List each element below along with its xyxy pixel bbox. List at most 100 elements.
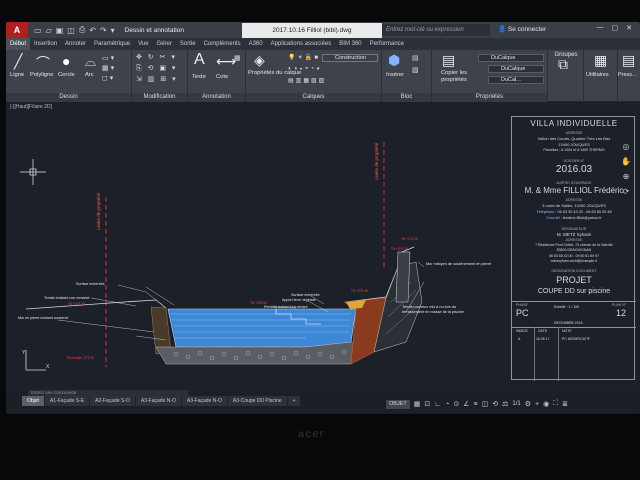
tab-annoter[interactable]: Annoter [61,41,90,47]
move-icon[interactable]: ✥ ↻ ✂ ▾ [136,53,177,61]
print-icon[interactable]: ⎙ [79,25,85,35]
calculator-icon[interactable]: ▦ [594,52,607,69]
settings-icon[interactable]: ⚙ [525,400,531,408]
layer-dropdown[interactable]: Construction [322,54,378,62]
hatch-icon[interactable]: ▦▾ [102,64,116,72]
copy-icon[interactable]: ⎘ ⟲ ▣ ▾ [136,64,177,73]
tab-bim360[interactable]: BIM 360 [335,41,365,47]
undo-icon[interactable]: ↶ [89,26,96,35]
dimension-button[interactable]: Cote [216,74,228,80]
label-mur-pierre[interactable]: Mur en pierre existant conservé [18,316,68,320]
isolate-icon[interactable]: ◉ [543,400,549,408]
tab-gerer[interactable]: Gérer [153,41,176,47]
block-create-icon[interactable]: ▤ [412,54,421,62]
layer-state-icons[interactable]: 💡☀🔓■ [288,54,320,61]
otrack-icon[interactable]: ∠ [463,400,469,408]
text-icon[interactable]: A [194,51,205,69]
layer-properties-icon[interactable]: ◈ [254,52,265,69]
customize-icon[interactable]: ≣ [562,400,568,408]
pan-icon[interactable]: ✋ [621,157,631,166]
open-icon[interactable]: ▱ [46,26,52,35]
clipboard-icon[interactable]: ▤ [622,52,635,69]
layer-tools-icons[interactable]: ◐◑◒◓◔◕ [288,66,322,72]
autocad-logo-icon[interactable]: A [6,22,28,38]
tab-a360[interactable]: A360 [245,41,267,47]
steering-wheel-icon[interactable]: ◎ [623,142,630,151]
tab-applications[interactable]: Applications associées [267,41,336,47]
block-edit-icon[interactable]: ▧ [412,66,421,74]
color-dropdown[interactable]: DuCalque [478,54,544,62]
share-icon[interactable]: ▾ [111,26,115,35]
grid-icon[interactable]: ▦ [414,400,421,408]
layer-match-icons[interactable]: ▤▥▦▧▨ [288,77,326,84]
label-apport-terre[interactable]: Apport terre végétale [282,298,316,302]
layout-tab-facade-no[interactable]: A3-Façade N-O [135,396,182,406]
add-icon[interactable]: + [535,401,539,408]
polar-icon[interactable]: ◔ [445,401,449,408]
tab-sortie[interactable]: Sortie [176,41,200,47]
circle-icon[interactable]: ● [62,53,70,69]
match-properties-button[interactable]: Copier les propriétés [434,70,474,84]
saveas-icon[interactable]: ◫ [67,26,75,35]
groups-button[interactable]: Groupes [550,52,582,58]
lineweight-icon[interactable]: ≡ [473,401,477,408]
group-title-bloc[interactable]: Bloc [382,93,431,102]
add-layout-button[interactable]: + [287,396,302,406]
label-surface-enherbee[interactable]: Surface enherbée [76,282,105,286]
tab-parametrique[interactable]: Paramétrique [90,41,134,47]
minimize-icon[interactable]: — [597,24,604,32]
group-icon[interactable]: ⧉ [558,56,568,73]
tab-performance[interactable]: Performance [366,41,408,47]
close-icon[interactable]: ✕ [626,24,632,32]
transparency-icon[interactable]: ◫ [482,400,489,408]
group-title-annotation[interactable]: Annotation [188,93,245,102]
text-button[interactable]: Texte [192,74,206,80]
maximize-icon[interactable]: ▢ [612,24,619,32]
insert-block-button[interactable]: Insérer [386,72,404,78]
draw-extra-icons[interactable]: ▭▾ [102,54,116,62]
ortho-icon[interactable]: ∟ [434,401,441,408]
group-title-dessin[interactable]: Dessin [6,93,131,102]
region-icon[interactable]: ◻▾ [102,74,115,82]
drawing-canvas[interactable]: [-][Haut][Filaire 2D] Y X TN +273.35 TN … [6,102,640,392]
tab-complements[interactable]: Compléments [200,41,245,47]
group-title-calques[interactable]: Calques [246,93,381,102]
group-title-modification[interactable]: Modification [132,93,187,102]
arc-button[interactable]: Arc [85,72,94,78]
selection-cycling-icon[interactable]: ⟲ [492,400,498,408]
layout-tab-facade-no-2[interactable]: A3-Façade N-O [181,396,228,406]
lineweight-dropdown[interactable]: DuCal... [488,76,544,84]
group-title-proprietes[interactable]: Propriétés [432,93,547,102]
limit-left-label[interactable]: Limite de propriété [96,193,101,230]
line-icon[interactable]: ╱ [14,53,22,70]
linetype-dropdown[interactable]: DuCalque [488,65,544,73]
annotation-scale-icon[interactable]: ⚖ [502,400,508,408]
layout-tab-coupe[interactable]: A3-Coupe DD Piscine [227,396,288,406]
circle-button[interactable]: Cercle [58,72,75,78]
model-space-toggle[interactable]: OBJET [386,399,410,409]
tab-debut[interactable]: Début [6,38,31,50]
match-properties-icon[interactable]: ▤ [442,52,455,69]
redo-icon[interactable]: ↷ [100,26,107,35]
label-terrain-non-remanie[interactable]: Terrain existant non remanié [44,296,89,300]
zoom-icon[interactable]: ⊕ [623,172,630,181]
label-remblai[interactable]: Remblai ballast tout-venant [264,305,308,309]
limit-right-label[interactable]: Limite de propriété [374,143,379,180]
orbit-icon[interactable]: ⟳ [623,187,630,196]
tab-vue[interactable]: Vue [134,41,152,47]
arc-icon[interactable]: ⌓ [85,53,96,70]
fullscreen-icon[interactable]: ⛶ [553,400,558,408]
annotation-scale-value[interactable]: 1/1 [512,401,520,407]
sign-in-button[interactable]: 👤 Se connecter [498,25,546,33]
save-icon[interactable]: ▣ [56,26,64,35]
osnap-icon[interactable]: ⊙ [453,400,459,408]
polyline-icon[interactable]: ⌒ [36,53,50,73]
line-button[interactable]: Ligne [10,72,24,78]
label-mur-moyen[interactable]: Mur mitoyen de soutènement en pierre [426,262,496,267]
stretch-icon[interactable]: ⇲ ▥ ⊞ ▾ [136,75,178,83]
snap-icon[interactable]: ⊡ [424,400,430,408]
label-surface-enherbee-right[interactable]: Surface enherbée [291,293,320,297]
layout-tab-facade-so[interactable]: A2-Façade S-O [90,396,136,406]
layout-tab-facade-se[interactable]: A1-Façade S-E [44,396,91,406]
insert-block-icon[interactable]: ⬢ [388,52,400,69]
